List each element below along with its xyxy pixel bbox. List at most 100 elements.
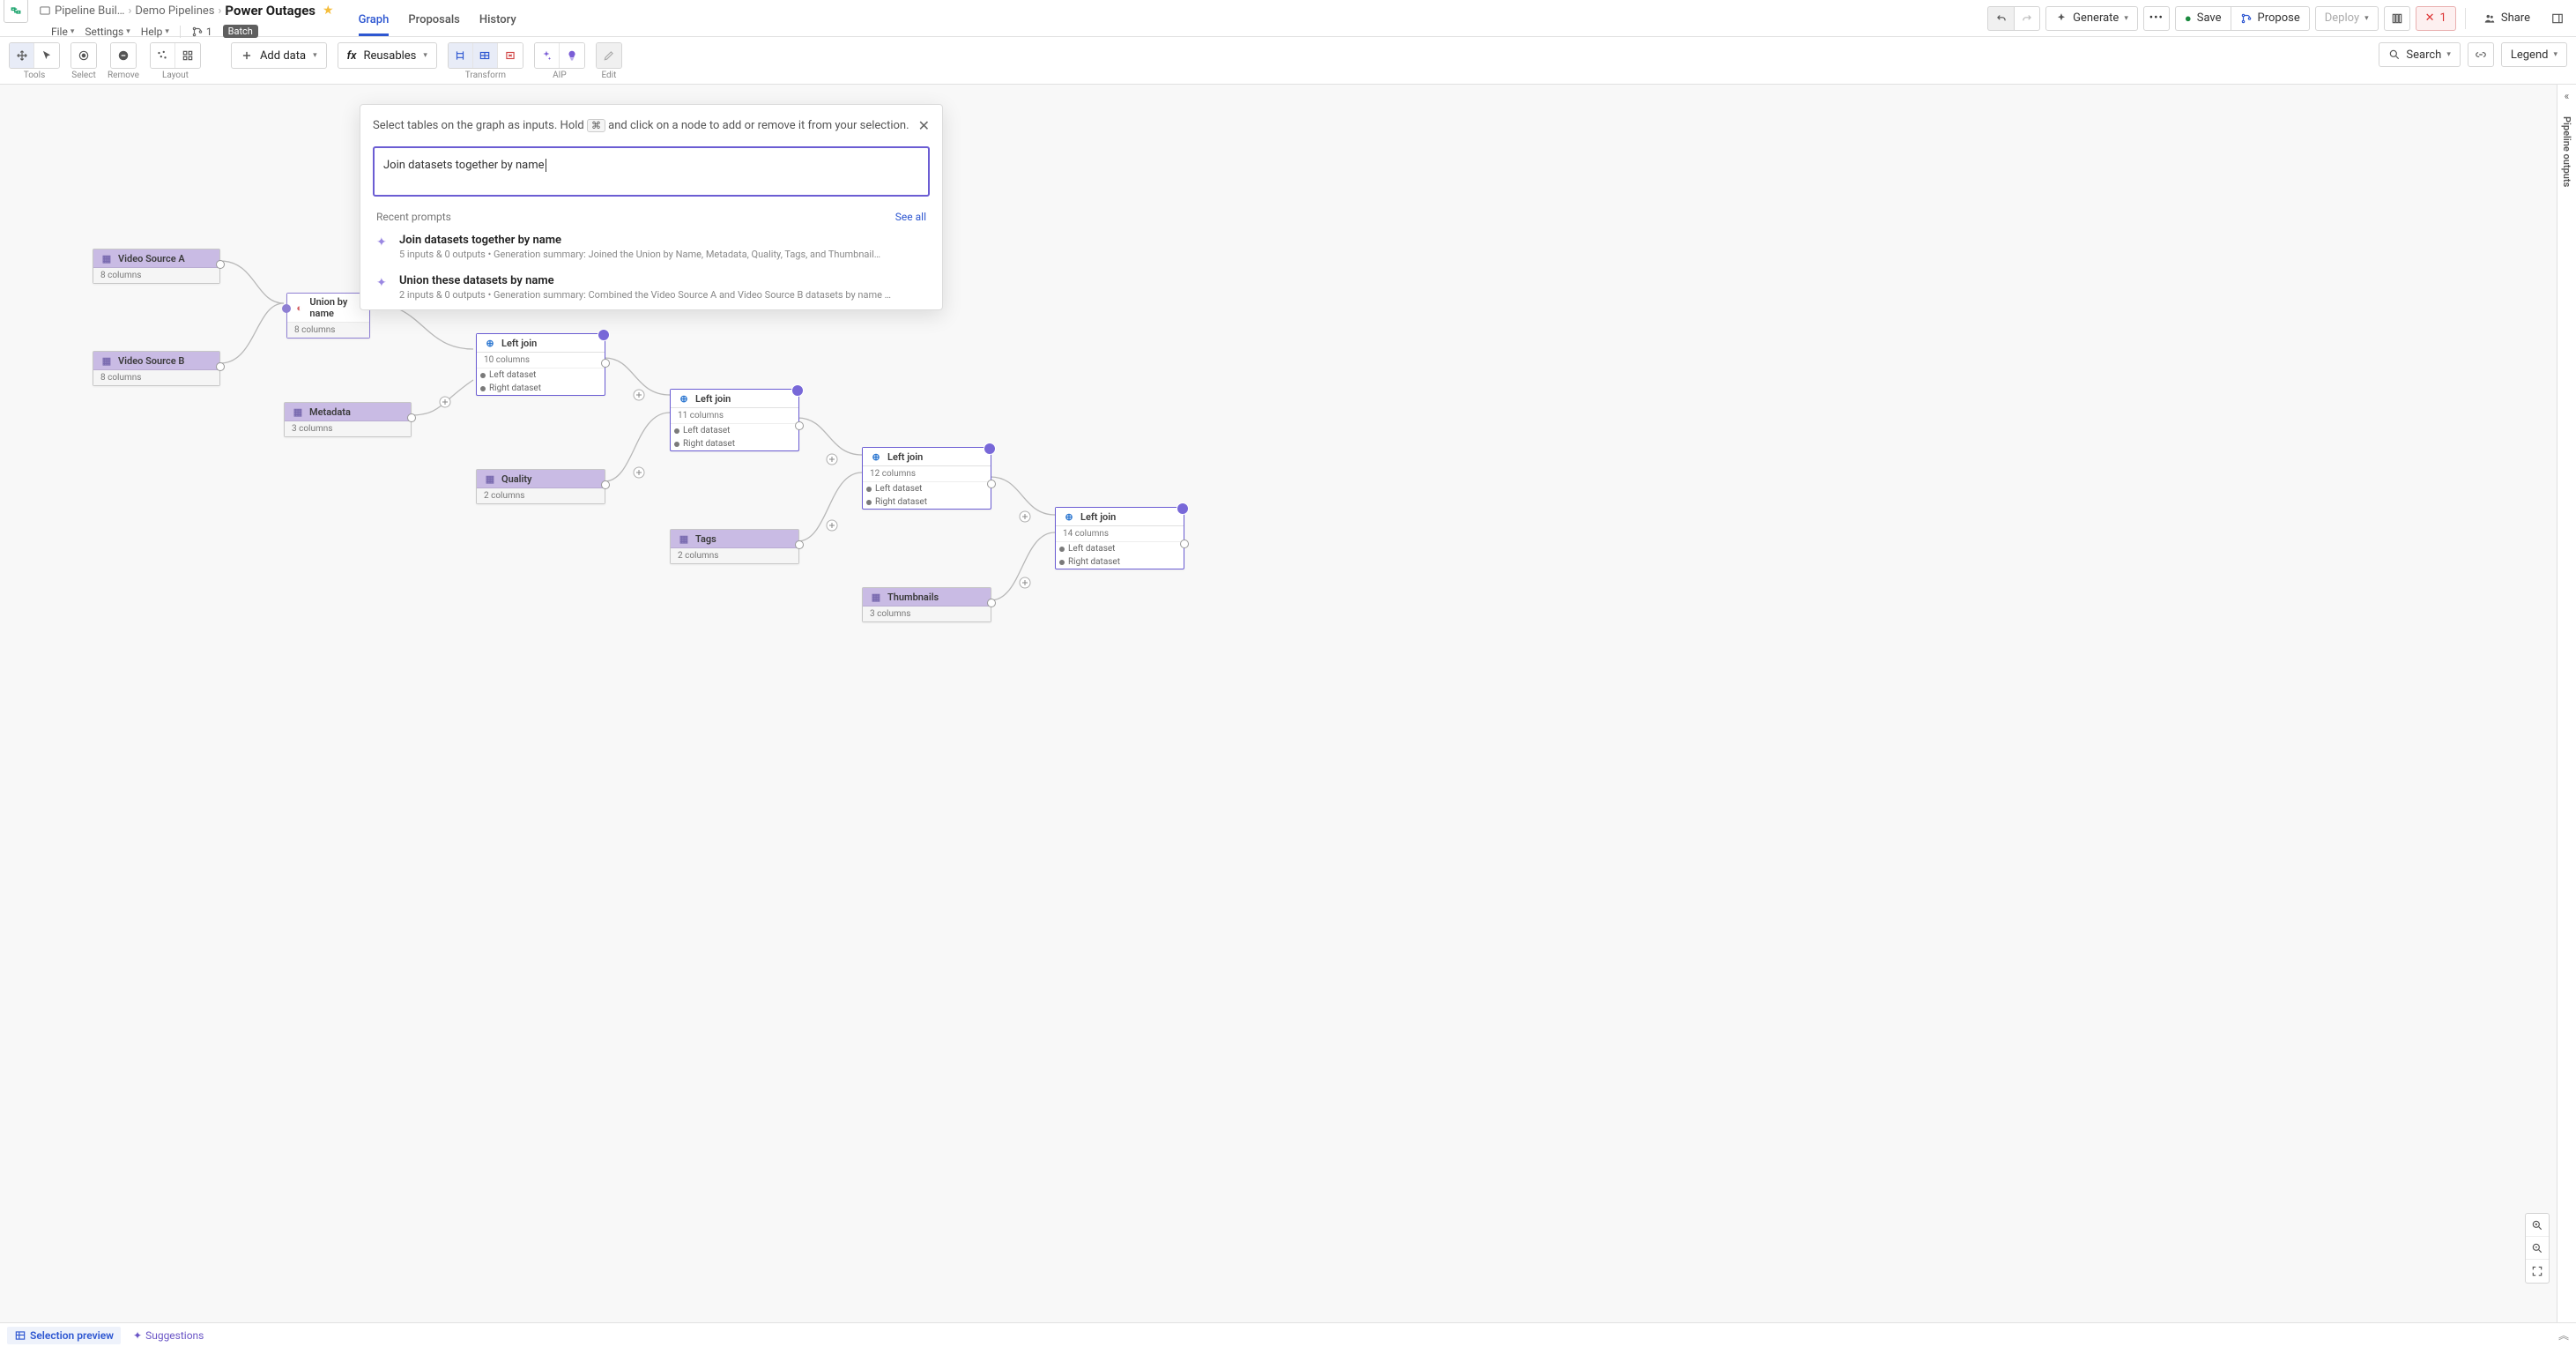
node-left-join-1[interactable]: ⊕Left join 10 columns Left dataset Right… xyxy=(476,333,605,396)
transform-1-button[interactable] xyxy=(449,43,473,68)
edit-group: Edit xyxy=(596,42,622,80)
menu-file[interactable]: File▾ xyxy=(51,26,74,38)
node-video-source-b[interactable]: ▦Video Source B 8 columns xyxy=(93,351,220,386)
edit-button[interactable] xyxy=(597,43,621,68)
errors-button[interactable]: ✕1 xyxy=(2416,6,2456,31)
close-button[interactable]: ✕ xyxy=(918,117,930,134)
output-port[interactable] xyxy=(987,480,996,488)
pointer-tool-button[interactable] xyxy=(34,43,59,68)
search-button[interactable]: Search▾ xyxy=(2379,42,2460,67)
layout-scatter-button[interactable] xyxy=(151,43,175,68)
node-columns: 8 columns xyxy=(93,370,219,385)
node-left-join-2[interactable]: ⊕Left join 11 columns Left dataset Right… xyxy=(670,389,799,451)
port-left-dataset[interactable]: Left dataset xyxy=(863,482,991,495)
menu-settings[interactable]: Settings▾ xyxy=(85,26,130,38)
node-tags[interactable]: ▦Tags 2 columns xyxy=(670,529,799,564)
ellipsis-icon: ••• xyxy=(2149,11,2164,25)
port-left-dataset[interactable]: Left dataset xyxy=(477,368,605,382)
tab-history[interactable]: History xyxy=(479,13,516,36)
aip-lightbulb-button[interactable] xyxy=(560,43,584,68)
transform-2-button[interactable] xyxy=(473,43,498,68)
pipeline-canvas[interactable]: ▦Video Source A 8 columns ▦Video Source … xyxy=(0,85,2576,1322)
reusables-button[interactable]: fx Reusables ▾ xyxy=(338,42,437,69)
recent-prompt-item[interactable]: ✦ Join datasets together by name 5 input… xyxy=(360,228,942,269)
output-port[interactable] xyxy=(795,540,804,549)
node-thumbnails[interactable]: ▦Thumbnails 3 columns xyxy=(862,587,991,622)
port-left-dataset[interactable]: Left dataset xyxy=(671,424,798,437)
node-video-source-a[interactable]: ▦Video Source A 8 columns xyxy=(93,249,220,284)
output-port[interactable] xyxy=(216,260,225,269)
selection-preview-tab[interactable]: Selection preview xyxy=(7,1327,121,1344)
node-left-join-4[interactable]: ⊕Left join 14 columns Left dataset Right… xyxy=(1055,507,1184,569)
output-port[interactable] xyxy=(407,413,416,422)
expand-button[interactable]: ︽ xyxy=(2558,1328,2569,1343)
branch-indicator[interactable]: 1 xyxy=(191,26,212,38)
columns-button[interactable] xyxy=(2384,6,2410,31)
star-icon[interactable]: ★ xyxy=(323,4,334,18)
side-rail-label[interactable]: Pipeline outputs xyxy=(2561,116,2572,187)
output-port[interactable] xyxy=(216,362,225,371)
move-icon xyxy=(16,49,28,62)
zoom-in-button[interactable] xyxy=(2526,1214,2549,1237)
more-button[interactable]: ••• xyxy=(2143,6,2170,31)
input-port[interactable] xyxy=(282,304,291,313)
recent-label: Recent prompts xyxy=(376,211,451,223)
port-right-dataset[interactable]: Right dataset xyxy=(1056,555,1184,569)
port-right-dataset[interactable]: Right dataset xyxy=(863,495,991,509)
node-quality[interactable]: ▦Quality 2 columns xyxy=(476,469,605,504)
ai-badge-icon xyxy=(1177,502,1189,515)
table-icon: ▦ xyxy=(678,532,690,545)
tab-proposals[interactable]: Proposals xyxy=(408,13,460,36)
save-button[interactable]: ●Save xyxy=(2175,6,2231,31)
share-button[interactable]: Share xyxy=(2475,6,2539,31)
zoom-out-button[interactable] xyxy=(2526,1237,2549,1260)
breadcrumb-item[interactable]: Pipeline Buil… xyxy=(55,4,124,18)
layout-group: Layout xyxy=(150,42,201,80)
port-left-dataset[interactable]: Left dataset xyxy=(1056,542,1184,555)
generate-prompt-popover: Select tables on the graph as inputs. Ho… xyxy=(360,104,943,310)
recent-prompt-item[interactable]: ✦ Union these datasets by name 2 inputs … xyxy=(360,269,942,309)
join-icon: ⊕ xyxy=(870,450,882,463)
node-left-join-3[interactable]: ⊕Left join 12 columns Left dataset Right… xyxy=(862,447,991,510)
collapse-button[interactable]: « xyxy=(2565,90,2570,102)
ai-badge-icon xyxy=(791,384,804,397)
sparkle-icon: ✦ xyxy=(376,235,390,249)
undo-button[interactable] xyxy=(1987,6,2014,31)
output-port[interactable] xyxy=(795,421,804,430)
layout-grid-button[interactable] xyxy=(175,43,200,68)
link-button[interactable] xyxy=(2468,42,2494,67)
menu-help[interactable]: Help▾ xyxy=(141,26,169,38)
panel-toggle-button[interactable] xyxy=(2544,6,2571,31)
port-right-dataset[interactable]: Right dataset xyxy=(671,437,798,450)
zoom-fit-button[interactable] xyxy=(2526,1260,2549,1283)
redo-button[interactable] xyxy=(2014,6,2040,31)
see-all-link[interactable]: See all xyxy=(895,211,926,223)
select-button[interactable] xyxy=(71,43,96,68)
aip-sparkle-button[interactable] xyxy=(535,43,560,68)
output-port[interactable] xyxy=(987,599,996,607)
kbd-cmd: ⌘ xyxy=(587,119,605,132)
breadcrumb-item[interactable]: Demo Pipelines xyxy=(135,4,214,18)
prompt-input[interactable]: Join datasets together by name​ xyxy=(373,146,930,197)
add-data-button[interactable]: Add data ▾ xyxy=(231,42,327,69)
header-tabs: Graph Proposals History xyxy=(334,0,516,36)
output-port[interactable] xyxy=(601,480,610,489)
output-port[interactable] xyxy=(1180,540,1189,548)
propose-button[interactable]: Propose xyxy=(2231,6,2310,31)
generate-button[interactable]: Generate ▾ xyxy=(2045,6,2138,31)
tab-graph[interactable]: Graph xyxy=(359,13,390,36)
node-union-by-name[interactable]: ◐Union by name 8 columns xyxy=(286,293,370,339)
suggestions-tab[interactable]: ✦ Suggestions xyxy=(133,1329,204,1342)
output-port[interactable] xyxy=(601,359,610,368)
app-icon[interactable] xyxy=(4,0,28,23)
node-metadata[interactable]: ▦Metadata 3 columns xyxy=(284,402,412,437)
port-right-dataset[interactable]: Right dataset xyxy=(477,382,605,395)
page-title[interactable]: Power Outages xyxy=(225,3,316,19)
move-tool-button[interactable] xyxy=(10,43,34,68)
transform-3-button[interactable] xyxy=(498,43,523,68)
breadcrumb: Pipeline Buil… › Demo Pipelines › Power … xyxy=(39,3,334,19)
legend-button[interactable]: Legend▾ xyxy=(2501,42,2567,67)
remove-button[interactable] xyxy=(111,43,136,68)
undo-redo-group xyxy=(1987,6,2040,31)
table-icon: ▦ xyxy=(292,406,304,418)
